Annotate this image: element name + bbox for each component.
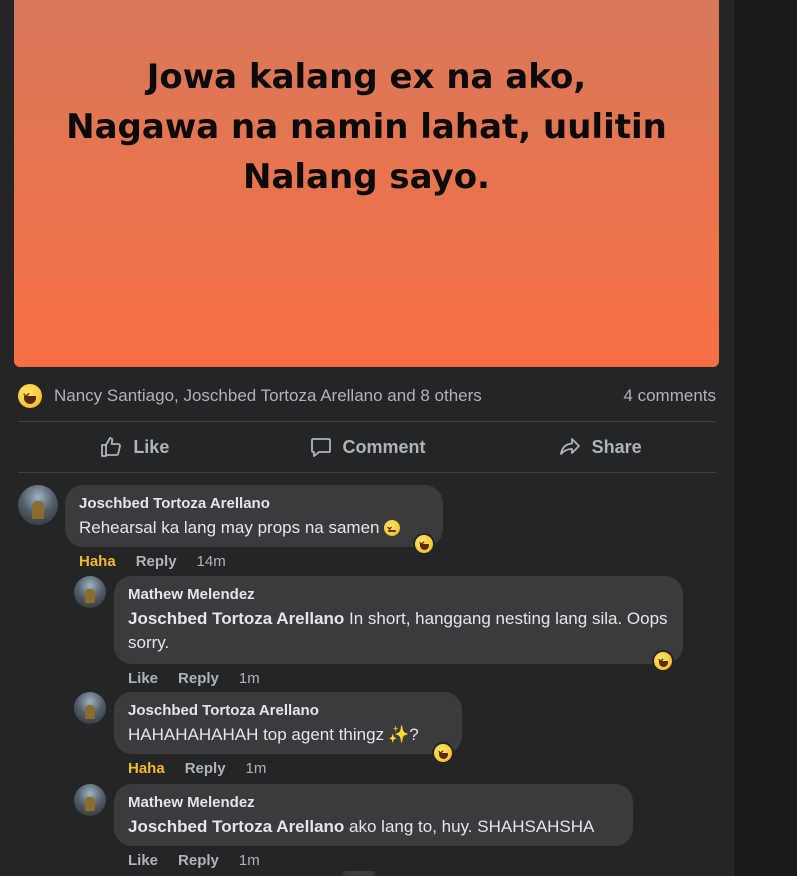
haha-reaction-icon[interactable] [652, 650, 674, 672]
reaction-names[interactable]: Nancy Santiago, Joschbed Tortoza Arellan… [54, 386, 482, 406]
like-button[interactable]: Like [18, 423, 251, 471]
haha-reaction-icon[interactable] [413, 533, 435, 555]
like-label: Like [133, 436, 170, 457]
haha-reaction-link[interactable]: Haha [128, 760, 165, 777]
comment-author[interactable]: Joschbed Tortoza Arellano [128, 702, 448, 719]
comments-count-link[interactable]: 4 comments [623, 386, 716, 406]
comment-text: HAHAHAHAHAH top agent thingz ✨? [128, 723, 448, 747]
post-card: Jowa kalang ex na ako, Nagawa na namin l… [0, 0, 735, 876]
comment-author[interactable]: Mathew Melendez [128, 586, 669, 603]
comment-time[interactable]: 1m [246, 760, 267, 777]
scroll-indicator[interactable] [343, 871, 375, 876]
reply-link[interactable]: Reply [185, 760, 226, 777]
comment-bubble-icon [310, 438, 331, 457]
reply-item: Mathew Melendez Joschbed Tortoza Arellan… [74, 576, 683, 687]
comment-item: Joschbed Tortoza Arellano Rehearsal ka l… [18, 485, 443, 570]
comment-bubble: Joschbed Tortoza Arellano HAHAHAHAHAH to… [114, 692, 462, 764]
comment-bubble: Mathew Melendez Joschbed Tortoza Arellan… [114, 784, 633, 846]
post-text-banner: Jowa kalang ex na ako, Nagawa na namin l… [14, 0, 719, 367]
reply-link[interactable]: Reply [178, 852, 219, 869]
page-background [735, 0, 797, 876]
avatar[interactable] [74, 692, 106, 724]
haha-emoji-icon [18, 384, 42, 408]
reply-link[interactable]: Reply [178, 670, 219, 687]
thumbs-up-icon [101, 437, 122, 457]
comment-author[interactable]: Mathew Melendez [128, 794, 619, 811]
comment-time[interactable]: 14m [197, 553, 226, 570]
like-link[interactable]: Like [128, 852, 158, 869]
avatar[interactable] [74, 576, 106, 608]
comment-button[interactable]: Comment [251, 423, 484, 471]
divider [18, 421, 716, 422]
comment-meta: Haha Reply 14m [65, 553, 443, 570]
comment-label: Comment [342, 436, 426, 457]
relieved-emoji-icon [383, 520, 400, 536]
comment-bubble: Mathew Melendez Joschbed Tortoza Arellan… [114, 576, 683, 672]
reply-item: Mathew Melendez Joschbed Tortoza Arellan… [74, 784, 633, 869]
avatar[interactable] [74, 784, 106, 816]
divider [18, 472, 716, 473]
comment-time[interactable]: 1m [239, 670, 260, 687]
comment-bubble: Joschbed Tortoza Arellano Rehearsal ka l… [65, 485, 443, 555]
comment-text: Joschbed Tortoza Arellano In short, hang… [128, 609, 668, 652]
comment-time[interactable]: 1m [239, 852, 260, 869]
haha-reaction-icon[interactable] [432, 742, 454, 764]
comment-meta: Haha Reply 1m [114, 760, 462, 777]
like-link[interactable]: Like [128, 670, 158, 687]
reaction-summary[interactable]: Nancy Santiago, Joschbed Tortoza Arellan… [18, 380, 716, 412]
share-label: Share [591, 436, 642, 457]
avatar[interactable] [18, 485, 58, 525]
banner-text: Jowa kalang ex na ako, Nagawa na namin l… [66, 57, 667, 197]
comment-text: Joschbed Tortoza Arellano ako lang to, h… [128, 817, 595, 836]
share-button[interactable]: Share [483, 423, 716, 471]
sparkles-icon: ✨ [388, 725, 410, 744]
comment-meta: Like Reply 1m [114, 852, 633, 869]
mention-link[interactable]: Joschbed Tortoza Arellano [128, 609, 344, 628]
post-actions: Like Comment Share [18, 423, 716, 471]
share-arrow-icon [559, 438, 580, 455]
reply-link[interactable]: Reply [136, 553, 177, 570]
comment-text: Rehearsal ka lang may props na samen [79, 516, 429, 540]
mention-link[interactable]: Joschbed Tortoza Arellano [128, 817, 344, 836]
reply-item: Joschbed Tortoza Arellano HAHAHAHAHAH to… [74, 692, 462, 777]
comment-meta: Like Reply 1m [114, 670, 683, 687]
comment-author[interactable]: Joschbed Tortoza Arellano [79, 495, 429, 512]
haha-reaction-link[interactable]: Haha [79, 553, 116, 570]
